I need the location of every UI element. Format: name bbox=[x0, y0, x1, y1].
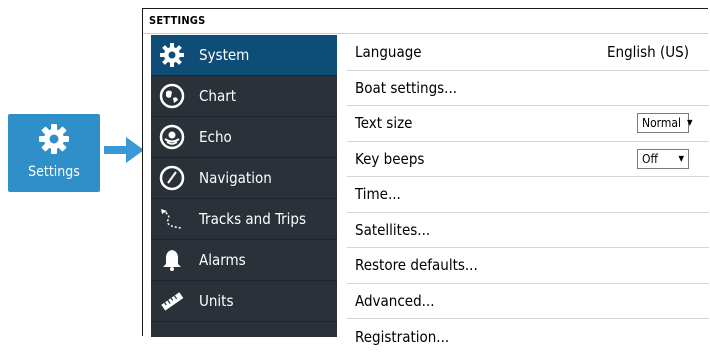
ruler-icon bbox=[161, 292, 184, 311]
key-beeps-dropdown[interactable]: Off ▼ bbox=[637, 148, 689, 169]
row-label: Advanced... bbox=[355, 291, 435, 310]
sidebar-item-label: Chart bbox=[199, 87, 237, 105]
language-value: English (US) bbox=[606, 43, 689, 62]
row-label: Satellites... bbox=[355, 220, 431, 239]
settings-window: SETTINGS System Chart Echo Navigation Tr… bbox=[142, 8, 709, 346]
settings-launcher-tile[interactable]: Settings bbox=[8, 114, 100, 192]
row-advanced[interactable]: Advanced... bbox=[347, 284, 709, 319]
row-label: Key beeps bbox=[355, 149, 425, 168]
sidebar-item-label: System bbox=[199, 46, 250, 64]
chart-icon bbox=[159, 83, 185, 109]
row-time[interactable]: Time... bbox=[347, 177, 709, 213]
text-size-dropdown[interactable]: Normal ▼ bbox=[637, 113, 693, 134]
row-label: Text size bbox=[355, 114, 413, 133]
dropdown-value: Normal bbox=[642, 116, 682, 131]
chevron-down-icon: ▼ bbox=[678, 153, 684, 163]
row-label: Language bbox=[355, 43, 422, 62]
row-key-beeps[interactable]: Key beeps Off ▼ bbox=[347, 142, 709, 177]
row-label: Time... bbox=[355, 185, 401, 204]
arrow-right-icon bbox=[104, 137, 144, 163]
row-label: Restore defaults... bbox=[355, 256, 478, 275]
gear-icon bbox=[160, 43, 184, 67]
sidebar-item-label: Navigation bbox=[199, 169, 272, 187]
settings-sidebar: System Chart Echo Navigation Tracks and … bbox=[151, 35, 337, 337]
compass-icon bbox=[159, 165, 185, 191]
sidebar-item-label: Echo bbox=[199, 128, 232, 146]
sidebar-item-echo[interactable]: Echo bbox=[151, 117, 337, 158]
row-boat-settings[interactable]: Boat settings... bbox=[347, 71, 709, 106]
row-language[interactable]: Language English (US) bbox=[347, 35, 709, 71]
sidebar-item-units[interactable]: Units bbox=[151, 281, 337, 322]
tracks-icon bbox=[161, 209, 182, 229]
row-text-size[interactable]: Text size Normal ▼ bbox=[347, 106, 709, 142]
bell-icon bbox=[163, 250, 181, 271]
row-restore-defaults[interactable]: Restore defaults... bbox=[347, 248, 709, 284]
row-satellites[interactable]: Satellites... bbox=[347, 213, 709, 248]
sidebar-item-label: Alarms bbox=[199, 251, 246, 269]
sidebar-item-label: Tracks and Trips bbox=[199, 210, 307, 228]
sidebar-item-chart[interactable]: Chart bbox=[151, 76, 337, 117]
gear-icon bbox=[39, 124, 69, 154]
launcher-label: Settings bbox=[28, 164, 80, 180]
row-registration[interactable]: Registration... bbox=[347, 319, 709, 355]
sidebar-item-navigation[interactable]: Navigation bbox=[151, 158, 337, 199]
dropdown-value: Off bbox=[642, 151, 658, 166]
chevron-down-icon: ▼ bbox=[687, 118, 693, 128]
sidebar-item-tracks-and-trips[interactable]: Tracks and Trips bbox=[151, 199, 337, 240]
sidebar-item-system[interactable]: System bbox=[151, 35, 337, 76]
row-label: Registration... bbox=[355, 327, 450, 346]
sidebar-item-alarms[interactable]: Alarms bbox=[151, 240, 337, 281]
system-settings-list: Language English (US) Boat settings... T… bbox=[347, 35, 709, 346]
sidebar-item-label: Units bbox=[199, 292, 234, 310]
window-title: SETTINGS bbox=[143, 9, 708, 34]
row-label: Boat settings... bbox=[355, 78, 458, 97]
echo-icon bbox=[159, 124, 185, 150]
